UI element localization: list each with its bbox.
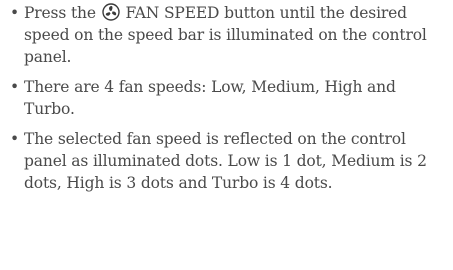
fan-icon [101, 3, 120, 21]
bullet-marker: • [10, 4, 19, 22]
instructions-page: • Press the FAN SPEED button until the d… [0, 0, 453, 270]
bullet-marker: • [10, 130, 19, 148]
list-item: • Press the FAN SPEED button until the d… [10, 2, 445, 68]
bullet-1-prefix: Press the [24, 4, 96, 22]
list-item: • The selected fan speed is reflected on… [10, 128, 445, 194]
instruction-list: • Press the FAN SPEED button until the d… [10, 2, 445, 202]
bullet-marker: • [10, 78, 19, 96]
bullet-3-text: The selected fan speed is reflected on t… [24, 130, 427, 192]
bullet-2-text: There are 4 fan speeds: Low, Medium, Hig… [24, 78, 396, 118]
list-item: • There are 4 fan speeds: Low, Medium, H… [10, 76, 445, 120]
